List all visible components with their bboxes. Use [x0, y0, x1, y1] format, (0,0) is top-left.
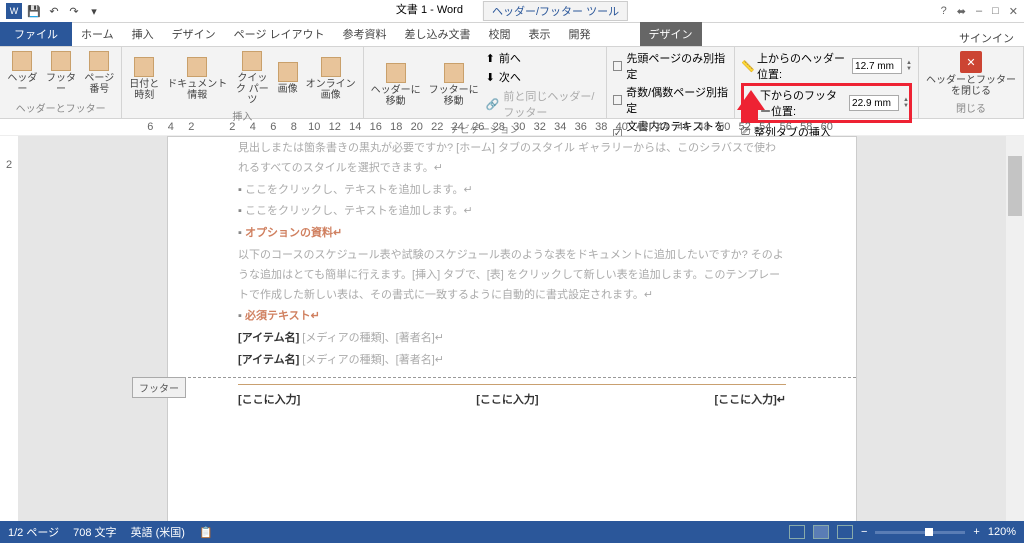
diff-first-page-checkbox[interactable]: 先頭ページのみ別指定	[611, 49, 730, 83]
macro-icon[interactable]: 📋	[199, 526, 213, 539]
maximize-icon[interactable]: □	[992, 5, 999, 18]
help-icon[interactable]: ?	[941, 5, 947, 18]
view-print-icon[interactable]	[813, 525, 829, 539]
language[interactable]: 英語 (米国)	[131, 524, 185, 540]
qat-dropdown-icon[interactable]: ▾	[86, 3, 102, 19]
tab-view[interactable]: 表示	[520, 22, 560, 46]
document-title: 文書 1 - Word	[396, 1, 463, 21]
page-count[interactable]: 1/2 ページ	[8, 524, 59, 540]
ribbon-tabs: ファイル ホーム 挿入 デザイン ページ レイアウト 参考資料 差し込み文書 校…	[0, 23, 1024, 47]
section-heading[interactable]: 必須テキスト↵	[238, 307, 786, 327]
previous-button[interactable]: ⬆前へ	[484, 49, 602, 67]
online-pictures-button[interactable]: オンライン 画像	[303, 49, 359, 108]
header-button[interactable]: ヘッダー	[4, 49, 41, 97]
footer-tag[interactable]: フッター	[132, 377, 186, 398]
footer-right[interactable]: [ここに入力]↵	[714, 391, 786, 407]
footer-bottom-input[interactable]	[849, 95, 899, 111]
date-time-button[interactable]: 日付と 時刻	[126, 49, 162, 108]
redo-icon[interactable]: ↷	[66, 3, 82, 19]
zoom-out-icon[interactable]: −	[861, 526, 867, 538]
page[interactable]: 見出しまたは箇条書きの黒丸が必要ですか? [ホーム] タブのスタイル ギャラリー…	[167, 136, 857, 521]
tab-references[interactable]: 参考資料	[334, 22, 396, 46]
view-read-icon[interactable]	[789, 525, 805, 539]
minimize-icon[interactable]: –	[976, 5, 982, 18]
tab-file[interactable]: ファイル	[0, 22, 72, 46]
group-label: ヘッダーとフッター	[4, 100, 117, 116]
body-text[interactable]: [アイテム名] [メディアの種類]、[著者名]↵	[238, 329, 786, 349]
footer-button[interactable]: フッター	[43, 49, 80, 97]
tab-layout[interactable]: ページ レイアウト	[225, 22, 334, 46]
pictures-button[interactable]: 画像	[275, 49, 301, 108]
tab-developer[interactable]: 開発	[560, 22, 600, 46]
ribbon: ヘッダー フッター ページ 番号 ヘッダーとフッター 日付と 時刻 ドキュメント…	[0, 47, 1024, 119]
group-navigation: ヘッダーに 移動 フッターに 移動 ⬆前へ ⬇次へ 🔗前と同じヘッダー/フッター…	[364, 47, 607, 118]
body-text[interactable]: [アイテム名] [メディアの種類]、[著者名]↵	[238, 351, 786, 371]
quick-access-toolbar: W 💾 ↶ ↷ ▾	[0, 3, 102, 19]
tab-review[interactable]: 校閲	[480, 22, 520, 46]
tab-hf-design[interactable]: デザイン	[640, 22, 702, 46]
link-previous-button[interactable]: 🔗前と同じヘッダー/フッター	[484, 87, 602, 121]
group-label: 閉じる	[923, 100, 1019, 116]
undo-icon[interactable]: ↶	[46, 3, 62, 19]
vertical-ruler[interactable]: 2	[0, 136, 18, 228]
diff-odd-even-checkbox[interactable]: 奇数/偶数ページ別指定	[611, 83, 730, 117]
scrollbar-thumb[interactable]	[1008, 156, 1022, 216]
goto-header-button[interactable]: ヘッダーに 移動	[368, 49, 424, 121]
goto-footer-button[interactable]: フッターに 移動	[426, 49, 482, 121]
zoom-level[interactable]: 120%	[988, 526, 1016, 538]
header-from-top: 📏上からのヘッダー位置: ▲▼	[741, 49, 912, 83]
vertical-scrollbar[interactable]	[1006, 136, 1024, 521]
footer-from-bottom: 📏下からのフッター位置: ▲▼	[741, 83, 912, 123]
zoom-in-icon[interactable]: +	[973, 526, 979, 538]
title-bar: W 💾 ↶ ↷ ▾ 文書 1 - Word ヘッダー/フッター ツール ? ⬌ …	[0, 0, 1024, 23]
document-area: 見出しまたは箇条書きの黒丸が必要ですか? [ホーム] タブのスタイル ギャラリー…	[18, 136, 1006, 521]
zoom-slider[interactable]	[875, 531, 965, 534]
view-web-icon[interactable]	[837, 525, 853, 539]
spinner-icon[interactable]: ▲▼	[906, 60, 912, 72]
page-number-button[interactable]: ページ 番号	[81, 49, 117, 97]
save-icon[interactable]: 💾	[26, 3, 42, 19]
annotation-arrow	[737, 90, 765, 110]
body-text[interactable]: 見出しまたは箇条書きの黒丸が必要ですか? [ホーム] タブのスタイル ギャラリー…	[238, 139, 786, 179]
close-hf-button[interactable]: ✕ ヘッダーとフッター を閉じる	[923, 49, 1019, 99]
tab-design[interactable]: デザイン	[163, 22, 225, 46]
footer-row[interactable]: [ここに入力] [ここに入力] [ここに入力]↵	[238, 391, 786, 407]
ribbon-options-icon[interactable]: ⬌	[957, 5, 966, 18]
group-options: 先頭ページのみ別指定 奇数/偶数ページ別指定 文書内のテキストを表示 オプション	[607, 47, 735, 118]
tab-home[interactable]: ホーム	[72, 22, 123, 46]
context-tab-title: ヘッダー/フッター ツール	[483, 1, 628, 21]
tab-insert[interactable]: 挿入	[123, 22, 163, 46]
next-button[interactable]: ⬇次へ	[484, 68, 602, 86]
footer-center[interactable]: [ここに入力]	[476, 391, 538, 407]
footer-separator	[168, 377, 856, 378]
close-x-icon: ✕	[960, 51, 982, 73]
body-bullet[interactable]: ここをクリックし、テキストを追加します。↵	[238, 181, 786, 201]
window-controls: ? ⬌ – □ ✕	[941, 5, 1018, 18]
close-icon[interactable]: ✕	[1009, 5, 1018, 18]
doc-info-button[interactable]: ドキュメント 情報	[164, 49, 230, 108]
quick-parts-button[interactable]: クイック パーツ	[232, 49, 272, 108]
status-bar: 1/2 ページ 708 文字 英語 (米国) 📋 − + 120%	[0, 521, 1024, 543]
footer-left[interactable]: [ここに入力]	[238, 391, 300, 407]
body-text[interactable]: 以下のコースのスケジュール表や試験のスケジュール表のような表をドキュメントに追加…	[238, 246, 786, 305]
group-close: ✕ ヘッダーとフッター を閉じる 閉じる	[919, 47, 1024, 118]
tab-mailings[interactable]: 差し込み文書	[396, 22, 480, 46]
body-bullet[interactable]: ここをクリックし、テキストを追加します。↵	[238, 202, 786, 222]
word-count[interactable]: 708 文字	[73, 524, 116, 540]
spinner-icon[interactable]: ▲▼	[903, 97, 909, 109]
section-heading[interactable]: オプションの資料↵	[238, 224, 786, 244]
header-top-input[interactable]	[852, 58, 902, 74]
footer-rule	[238, 384, 786, 385]
group-insert: 日付と 時刻 ドキュメント 情報 クイック パーツ 画像 オンライン 画像 挿入	[122, 47, 363, 118]
group-header-footer: ヘッダー フッター ページ 番号 ヘッダーとフッター	[0, 47, 122, 118]
sign-in-link[interactable]: サインイン	[959, 30, 1014, 46]
word-icon: W	[6, 3, 22, 19]
